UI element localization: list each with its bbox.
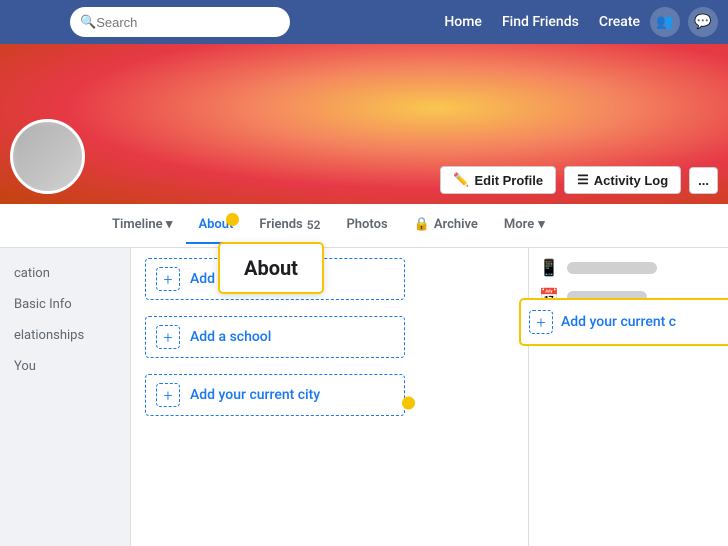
tab-photos[interactable]: Photos <box>334 207 399 244</box>
add-workplace-icon: + <box>156 267 180 291</box>
tab-friends-label: Friends <box>259 217 302 232</box>
add-school-icon: + <box>156 325 180 349</box>
search-icon: 🔍 <box>80 15 96 30</box>
sidebar-location-label: cation <box>14 266 50 281</box>
search-input[interactable] <box>96 15 280 30</box>
sidebar-you-label: You <box>14 359 36 374</box>
edit-profile-label: Edit Profile <box>474 173 543 188</box>
nav-create[interactable]: Create <box>599 14 640 30</box>
city-right-tooltip-add-icon: + <box>529 310 553 334</box>
edit-profile-button[interactable]: ✏️ Edit Profile <box>440 166 556 194</box>
sidebar-item-basic-info[interactable]: Basic Info <box>0 289 130 320</box>
phone-icon: 📱 <box>539 258 559 277</box>
add-city-row[interactable]: + Add your current city <box>145 374 405 416</box>
about-tooltip-container: About <box>218 238 324 294</box>
sidebar-item-you[interactable]: You <box>0 351 130 382</box>
sidebar-basic-info-label: Basic Info <box>14 297 72 312</box>
tab-more-arrow: ▾ <box>538 217 545 232</box>
cover-actions: ✏️ Edit Profile ☰ Activity Log ... <box>440 166 718 194</box>
add-city-container: + Add your current city <box>145 374 405 432</box>
nav-icons: 👥 💬 <box>650 7 718 37</box>
city-right-tooltip: + Add your current c <box>519 298 728 346</box>
tab-more[interactable]: More ▾ <box>492 207 557 244</box>
sidebar-item-relationships[interactable]: elationships <box>0 320 130 351</box>
nav-links: Home Find Friends Create <box>444 14 640 30</box>
tab-archive[interactable]: 🔒 Archive <box>402 207 490 244</box>
main-content: cation Basic Info elationships You + Add… <box>0 248 728 546</box>
add-city-label: Add your current city <box>190 387 320 403</box>
about-tooltip-box: About <box>218 242 324 294</box>
sidebar: cation Basic Info elationships You <box>0 248 130 546</box>
activity-log-button[interactable]: ☰ Activity Log <box>564 166 681 194</box>
cover-photo-area: ✏️ Edit Profile ☰ Activity Log ... <box>0 44 728 204</box>
profile-tabs: Timeline ▾ About Friends 52 Photos 🔒 Arc… <box>0 204 728 248</box>
tab-timeline[interactable]: Timeline ▾ <box>100 207 184 244</box>
sidebar-relationships-label: elationships <box>14 328 84 343</box>
search-bar[interactable]: 🔍 <box>70 7 290 37</box>
top-nav: 🔍 Home Find Friends Create 👥 💬 <box>0 0 728 44</box>
tab-more-label: More <box>504 217 534 232</box>
activity-log-label: Activity Log <box>594 173 668 188</box>
add-school-label: Add a school <box>190 329 271 345</box>
about-tooltip-text: About <box>244 256 298 280</box>
add-school-row[interactable]: + Add a school <box>145 316 405 358</box>
tab-archive-label: Archive <box>434 217 478 232</box>
messenger-icon-btn[interactable]: 💬 <box>688 7 718 37</box>
right-panel-text-1 <box>567 262 657 274</box>
nav-home[interactable]: Home <box>444 14 482 30</box>
more-dots-label: ... <box>698 173 709 188</box>
about-tab-dot <box>226 213 239 226</box>
add-city-icon: + <box>156 383 180 407</box>
friends-icon-btn[interactable]: 👥 <box>650 7 680 37</box>
right-panel-item-1: 📱 <box>539 258 718 277</box>
city-row-dot <box>402 397 415 410</box>
content-area: + Add a workplace + Add a school + Add y… <box>130 248 528 546</box>
tab-timeline-label: Timeline ▾ <box>112 217 172 232</box>
sidebar-item-location[interactable]: cation <box>0 258 130 289</box>
pencil-icon: ✏️ <box>453 172 469 188</box>
tab-friends-badge: 52 <box>307 218 321 232</box>
list-icon: ☰ <box>577 172 589 188</box>
tab-photos-label: Photos <box>346 217 387 232</box>
right-panel: 📱 📅 + Add your current c <box>528 248 728 546</box>
nav-find-friends[interactable]: Find Friends <box>502 14 579 30</box>
more-dots-button[interactable]: ... <box>689 167 718 194</box>
lock-icon: 🔒 <box>414 217 430 232</box>
avatar-image <box>13 122 82 191</box>
avatar <box>10 119 85 194</box>
city-right-tooltip-text: Add your current c <box>561 314 676 330</box>
